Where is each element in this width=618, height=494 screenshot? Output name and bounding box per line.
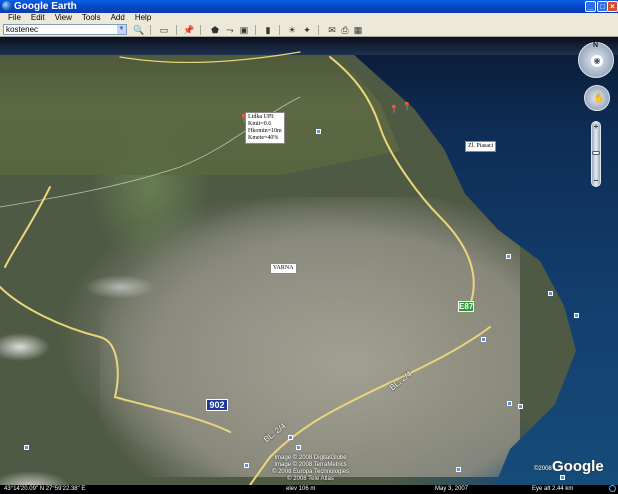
path-icon[interactable]: ⤳ <box>224 24 236 36</box>
road-main <box>329 56 475 306</box>
road-top <box>119 51 301 64</box>
look-joystick[interactable]: N ◉ <box>578 42 614 78</box>
placemark-info-line: Kmete=40% <box>248 135 279 141</box>
roads-layer <box>0 51 491 485</box>
toolbar: kostenec ▼ 🔍 ▭ 📌 ⬟ ⤳ ▣ ▮ ☀ ✦ ✉ ⎙ ▦ <box>0 23 618 37</box>
label-varna[interactable]: VARNA <box>270 263 297 274</box>
sidebar-toggle-icon[interactable]: ▭ <box>158 24 170 36</box>
toolbar-separator <box>255 25 256 35</box>
copyright-line: Image © 2008 DigitalGlobe <box>274 455 347 461</box>
maps-icon[interactable]: ▦ <box>352 24 364 36</box>
eye-altitude: Eye alt 2.44 km <box>532 486 574 492</box>
toolbar-separator <box>176 25 177 35</box>
polygon-icon[interactable]: ⬟ <box>209 24 221 36</box>
placemark-info-box[interactable]: Lidka UPI: Kmit=0.6 Hkomin=10m Kmete=40% <box>245 112 285 144</box>
sky-icon[interactable]: ✦ <box>301 24 313 36</box>
sun-icon[interactable]: ☀ <box>286 24 298 36</box>
google-earth-app-icon <box>2 1 12 11</box>
zoom-out-button[interactable]: − <box>592 177 600 185</box>
image-overlay-icon[interactable]: ▣ <box>238 24 250 36</box>
placemark-info-line: Kmit=0.6 <box>248 121 272 127</box>
google-logo-prefix: ©2008 <box>534 466 552 472</box>
menu-tools[interactable]: Tools <box>77 13 106 23</box>
toolbar-separator <box>318 25 319 35</box>
elevation-readout: elev 106 m <box>286 486 316 492</box>
google-logo: ©2008 Google <box>534 458 604 475</box>
placemark-pin-icon[interactable]: 📍 <box>402 103 412 111</box>
google-logo-text: Google <box>552 458 604 475</box>
search-input[interactable]: kostenec ▼ <box>3 24 127 35</box>
search-dropdown-icon[interactable]: ▼ <box>117 25 126 34</box>
hand-icon[interactable]: ✋ <box>593 93 604 103</box>
move-joystick[interactable]: ✋ <box>584 85 610 111</box>
placemark-pin-icon[interactable]: 📍 <box>389 106 399 114</box>
ruler-icon[interactable]: ▮ <box>262 24 274 36</box>
poi-marker[interactable] <box>316 129 321 134</box>
menu-add[interactable]: Add <box>106 13 130 23</box>
poi-marker[interactable] <box>481 337 486 342</box>
copyright-line: Image © 2008 TerraMetrics <box>274 462 347 468</box>
placemark-icon[interactable]: 📌 <box>183 24 195 36</box>
toolbar-separator <box>279 25 280 35</box>
zoom-slider[interactable]: + − <box>591 121 601 187</box>
imagery-copyright: Image © 2008 DigitalGlobe Image © 2008 T… <box>272 455 349 483</box>
menu-file[interactable]: File <box>3 13 26 23</box>
poi-marker[interactable] <box>560 475 565 480</box>
poi-marker[interactable] <box>506 254 511 259</box>
window-title: Google Earth <box>14 1 77 12</box>
status-bar: 43°14'20.09" N 27°59'22.38" E elev 106 m… <box>0 485 618 494</box>
imagery-date: May 3, 2007 <box>435 486 469 492</box>
road-north <box>4 186 51 268</box>
poi-marker[interactable] <box>288 435 293 440</box>
zoom-slider-knob[interactable] <box>592 150 600 155</box>
road-west <box>0 286 231 433</box>
poi-marker[interactable] <box>244 463 249 468</box>
minimize-button[interactable]: _ <box>585 1 596 12</box>
toolbar-separator <box>150 25 151 35</box>
poi-marker[interactable] <box>548 291 553 296</box>
zoom-in-button[interactable]: + <box>592 123 600 131</box>
menu-help[interactable]: Help <box>130 13 156 23</box>
route-e87-shield: E87 <box>458 301 474 312</box>
label-zl-piasaci[interactable]: Zl. Piasaci <box>465 141 497 152</box>
route-902-shield: 902 <box>206 399 228 411</box>
poi-marker[interactable] <box>574 313 579 318</box>
map-viewport[interactable]: 📍 Lidka UPI: Kmit=0.6 Hkomin=10m Kmete=4… <box>0 37 618 485</box>
poi-marker[interactable] <box>296 445 301 450</box>
title-bar: Google Earth _ □ × <box>0 0 618 13</box>
close-button[interactable]: × <box>607 1 618 12</box>
poi-marker[interactable] <box>507 401 512 406</box>
pointer-coordinates: 43°14'20.09" N 27°59'22.38" E <box>4 486 86 492</box>
email-icon[interactable]: ✉ <box>326 24 338 36</box>
streaming-status-icon <box>609 485 616 492</box>
print-icon[interactable]: ⎙ <box>339 24 351 36</box>
menu-view[interactable]: View <box>50 13 77 23</box>
toolbar-separator <box>200 25 201 35</box>
poi-marker[interactable] <box>24 445 29 450</box>
eye-icon[interactable]: ◉ <box>591 55 603 67</box>
poi-marker[interactable] <box>456 467 461 472</box>
poi-marker[interactable] <box>518 404 523 409</box>
copyright-line: © 2008 Europa Technologies <box>272 469 350 475</box>
placemark-info-line: Hkomin=10m <box>248 128 282 134</box>
north-indicator[interactable]: N <box>593 42 598 49</box>
search-input-value: kostenec <box>6 25 39 34</box>
search-go-icon[interactable]: 🔍 <box>133 24 145 36</box>
menu-edit[interactable]: Edit <box>26 13 50 23</box>
menu-bar: File Edit View Tools Add Help <box>0 13 618 23</box>
placemark-info-line: Lidka UPI: <box>248 114 275 120</box>
copyright-line: © 2008 Tele Atlas <box>287 476 334 482</box>
